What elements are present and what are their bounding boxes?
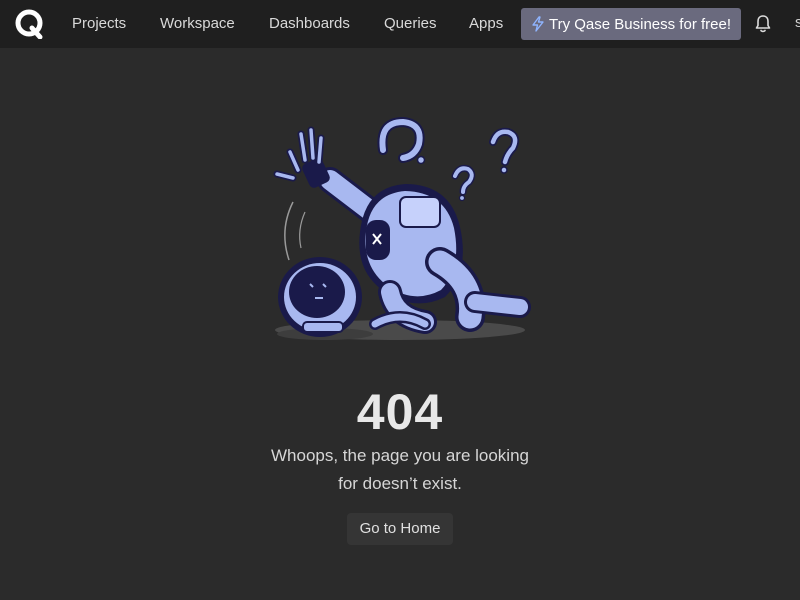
truncated-menu-label[interactable]: s — [795, 14, 800, 31]
error-message-line-1: Whoops, the page you are looking — [270, 446, 529, 465]
question-mark-right-icon — [489, 127, 520, 174]
nav-dashboards[interactable]: Dashboards — [269, 0, 350, 48]
error-message-line-2: for doesn’t exist. — [338, 474, 462, 493]
robot-helmet — [278, 257, 362, 337]
try-business-button[interactable]: Try Qase Business for free! — [521, 8, 741, 40]
qase-logo-icon[interactable] — [15, 9, 45, 39]
lightning-bolt-icon — [531, 16, 545, 32]
top-navigation-bar: Projects Workspace Dashboards Queries Ap… — [0, 0, 800, 48]
nav-workspace[interactable]: Workspace — [160, 0, 235, 48]
nav-apps[interactable]: Apps — [469, 0, 503, 48]
try-business-label: Try Qase Business for free! — [548, 15, 731, 33]
question-mark-small-icon — [451, 164, 476, 202]
question-mark-big-icon — [377, 116, 426, 165]
fallen-robot-illustration — [265, 112, 535, 352]
nav-queries[interactable]: Queries — [384, 0, 437, 48]
error-code: 404 — [356, 384, 444, 440]
notifications-bell-icon[interactable] — [754, 14, 772, 34]
go-to-home-button[interactable]: Go to Home — [347, 513, 453, 545]
error-message: Whoops, the page you are looking for doe… — [250, 442, 550, 498]
nav-projects[interactable]: Projects — [72, 0, 126, 48]
